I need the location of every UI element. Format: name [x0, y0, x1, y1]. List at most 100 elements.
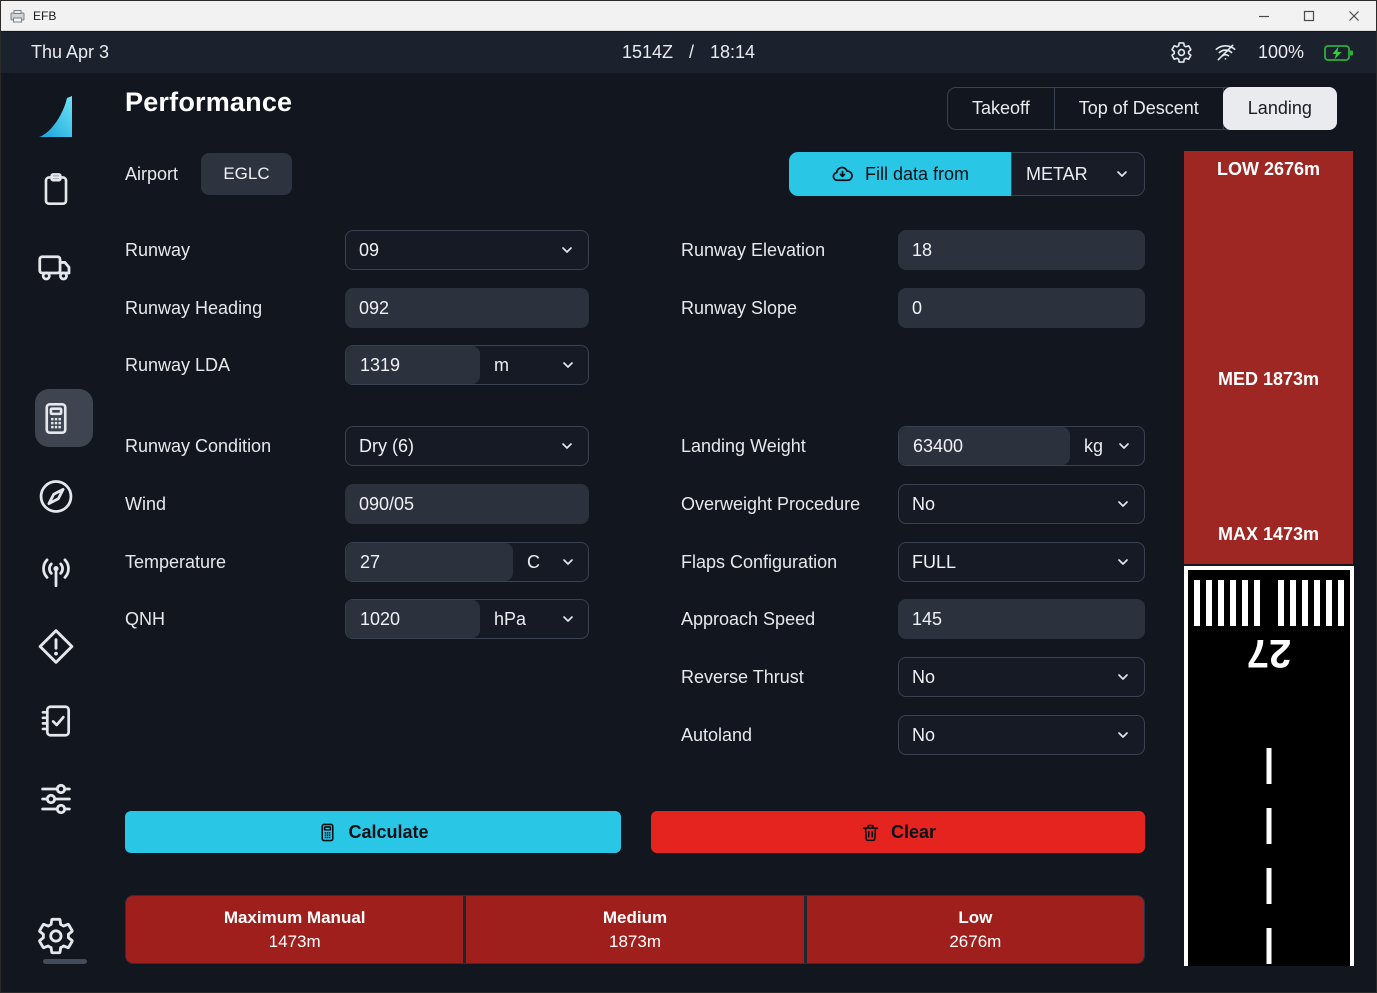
runway-elevation-input[interactable]: [898, 230, 1145, 270]
status-date: Thu Apr 3: [31, 42, 109, 63]
runway-select[interactable]: 09: [345, 230, 589, 270]
runway-threshold-stripes: [1188, 580, 1350, 626]
qnh-label: QNH: [125, 598, 165, 640]
chevron-down-icon: [1116, 438, 1132, 454]
status-clock: 1514Z / 18:14: [622, 42, 755, 63]
result-label: Maximum Manual: [224, 908, 366, 928]
distance-max-label: MAX 1473m: [1184, 524, 1353, 545]
sidebar-item-radio[interactable]: [37, 554, 76, 593]
qnh-input[interactable]: [346, 600, 480, 638]
runway-heading-label: Runway Heading: [125, 287, 262, 329]
calculate-label: Calculate: [348, 822, 428, 843]
landing-weight-label: Landing Weight: [681, 425, 806, 467]
sidebar-item-ground-services[interactable]: [37, 247, 76, 286]
window-titlebar: EFB: [1, 1, 1376, 31]
battery-charging-icon: [1324, 44, 1354, 62]
chevron-down-icon: [1115, 669, 1131, 685]
calculate-button[interactable]: Calculate: [125, 811, 621, 853]
app-icon: [10, 9, 26, 23]
runway-lda-unit-select[interactable]: m: [480, 346, 588, 384]
battery-percentage: 100%: [1258, 42, 1304, 63]
status-bar: Thu Apr 3 1514Z / 18:14 100%: [1, 32, 1376, 73]
temperature-unit-select[interactable]: C: [513, 543, 588, 581]
flaps-configuration-select[interactable]: FULL: [898, 542, 1145, 582]
overweight-procedure-select[interactable]: No: [898, 484, 1145, 524]
airport-label: Airport: [125, 153, 178, 195]
landing-weight-control: kg: [898, 426, 1145, 466]
runway-lda-control: m: [345, 345, 589, 385]
runway-lda-input[interactable]: [346, 346, 480, 384]
efb-app-window: EFB Thu Apr 3 1514Z / 18:14 100%: [0, 0, 1377, 993]
landing-weight-unit: kg: [1084, 436, 1103, 457]
page-title: Performance: [125, 87, 292, 118]
sidebar-item-performance[interactable]: [38, 400, 75, 437]
gear-icon[interactable]: [1170, 41, 1193, 64]
tab-landing[interactable]: Landing: [1223, 87, 1337, 130]
minimize-button[interactable]: [1241, 1, 1286, 31]
landing-weight-input[interactable]: [899, 427, 1070, 465]
temperature-control: C: [345, 542, 589, 582]
local-time: 18:14: [710, 42, 755, 63]
sidebar-divider: [43, 959, 87, 964]
sidebar-item-navigation[interactable]: [37, 477, 76, 516]
chevron-down-icon: [1115, 554, 1131, 570]
qnh-unit: hPa: [494, 609, 526, 630]
flaps-configuration-label: Flaps Configuration: [681, 541, 837, 583]
window-title: EFB: [33, 9, 56, 23]
autoland-select[interactable]: No: [898, 715, 1145, 755]
reverse-thrust-select[interactable]: No: [898, 657, 1145, 697]
overweight-procedure-label: Overweight Procedure: [681, 483, 860, 525]
sidebar-item-checklist[interactable]: [37, 702, 75, 740]
approach-speed-input[interactable]: [898, 599, 1145, 639]
trash-icon: [860, 822, 881, 843]
autoland-label: Autoland: [681, 714, 752, 756]
sidebar-item-preferences[interactable]: [36, 779, 76, 819]
distance-med-label: MED 1873m: [1184, 369, 1353, 390]
landing-distance-panel: LOW 2676m MED 1873m MAX 1473m: [1184, 151, 1353, 564]
close-button[interactable]: [1331, 1, 1376, 31]
result-medium: Medium 1873m: [466, 896, 803, 963]
runway-condition-value: Dry (6): [359, 436, 414, 457]
result-label: Low: [958, 908, 992, 928]
status-icons: 100%: [1170, 41, 1354, 64]
temperature-label: Temperature: [125, 541, 226, 583]
window-controls: [1241, 1, 1376, 31]
runway-slope-input[interactable]: [898, 288, 1145, 328]
runway-number: 27: [1188, 628, 1350, 678]
landing-weight-unit-select[interactable]: kg: [1070, 427, 1144, 465]
maximize-button[interactable]: [1286, 1, 1331, 31]
runway-label: Runway: [125, 229, 190, 271]
fill-data-button[interactable]: Fill data from: [789, 152, 1011, 196]
temperature-input[interactable]: [346, 543, 513, 581]
result-value: 1873m: [609, 932, 661, 952]
runway-value: 09: [359, 240, 379, 261]
sidebar-item-settings[interactable]: [36, 916, 76, 956]
runway-lda-label: Runway LDA: [125, 344, 230, 386]
result-maximum-manual: Maximum Manual 1473m: [126, 896, 463, 963]
sidebar-item-alerts[interactable]: [36, 626, 77, 667]
runway-heading-input[interactable]: [345, 288, 589, 328]
temperature-unit: C: [527, 552, 540, 573]
chevron-down-icon: [560, 554, 576, 570]
fill-source-select[interactable]: METAR: [1011, 152, 1145, 196]
chevron-down-icon: [1114, 166, 1130, 182]
clear-button[interactable]: Clear: [651, 811, 1145, 853]
qnh-unit-select[interactable]: hPa: [480, 600, 588, 638]
wind-input[interactable]: [345, 484, 589, 524]
tab-takeoff[interactable]: Takeoff: [948, 88, 1055, 129]
airport-code-button[interactable]: EGLC: [201, 153, 292, 195]
runway-slope-label: Runway Slope: [681, 287, 797, 329]
clear-label: Clear: [891, 822, 936, 843]
runway-condition-select[interactable]: Dry (6): [345, 426, 589, 466]
runway-elevation-label: Runway Elevation: [681, 229, 825, 271]
runway-lda-unit: m: [494, 355, 509, 376]
autoland-value: No: [912, 725, 935, 746]
result-label: Medium: [603, 908, 667, 928]
approach-speed-label: Approach Speed: [681, 598, 815, 640]
chevron-down-icon: [560, 357, 576, 373]
tab-top-of-descent[interactable]: Top of Descent: [1055, 88, 1224, 129]
result-low: Low 2676m: [807, 896, 1144, 963]
fill-source-value: METAR: [1026, 164, 1088, 185]
app-logo: [37, 95, 75, 139]
sidebar-item-flightplan[interactable]: [38, 171, 75, 208]
